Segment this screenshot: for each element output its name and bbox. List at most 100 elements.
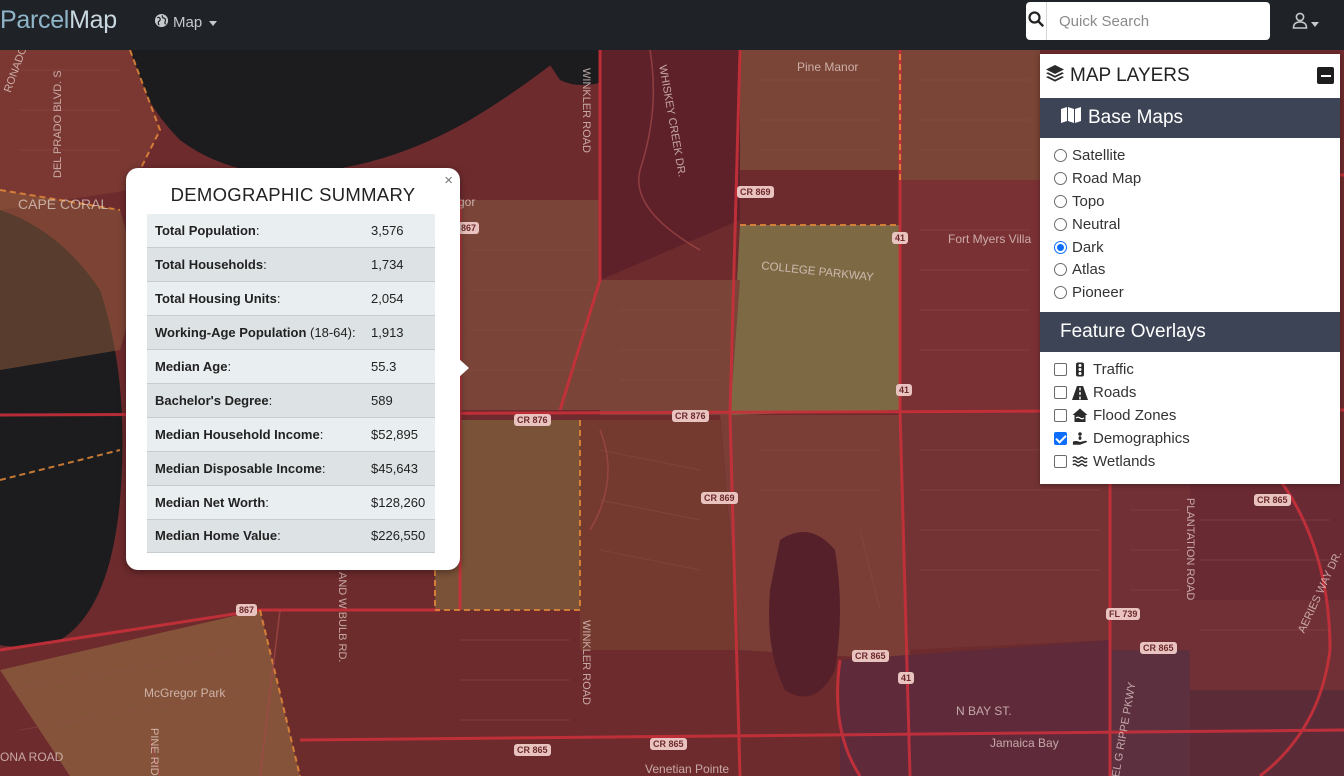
demographic-label-suffix: :	[265, 494, 269, 510]
map-label-plantation-road: PLANTATION ROAD	[1184, 498, 1196, 601]
route-shield: 41	[898, 672, 915, 684]
base-map-option-road-map[interactable]: Road Map	[1054, 167, 1340, 190]
collapse-panel-button[interactable]	[1317, 67, 1334, 84]
map-label-venetian-pointe: Venetian Pointe	[645, 762, 730, 776]
radio-button[interactable]	[1054, 217, 1067, 231]
demographic-label: Total Population:	[147, 214, 363, 249]
radio-button[interactable]	[1054, 286, 1067, 300]
demographic-label: Median Net Worth:	[147, 485, 363, 520]
demographic-label-suffix: :	[319, 426, 324, 442]
base-map-option-atlas[interactable]: Atlas	[1054, 258, 1340, 281]
radio-button[interactable]	[1054, 194, 1067, 208]
demographic-label: Working-Age Population (18-64):	[147, 315, 363, 351]
route-shield: 41	[896, 384, 913, 396]
people-hand-icon	[1072, 431, 1088, 446]
base-map-option-satellite[interactable]: Satellite	[1054, 144, 1340, 167]
map-label-jamaica-bay: Jamaica Bay	[990, 736, 1059, 750]
checkbox[interactable]	[1054, 363, 1067, 377]
checkbox[interactable]	[1054, 386, 1067, 400]
base-map-label: Neutral	[1072, 215, 1121, 233]
demographic-label-text: Total Housing Units	[155, 291, 277, 307]
radio-button[interactable]	[1054, 171, 1067, 185]
route-shield: CR 865	[1254, 494, 1291, 506]
demographic-value: 1,734	[363, 247, 435, 283]
map-layers-panel: MAP LAYERS Base Maps Satellite Road Map To…	[1040, 54, 1340, 484]
demographic-label: Median Disposable Income:	[147, 451, 363, 486]
checkbox[interactable]	[1054, 408, 1067, 422]
demographic-row: Total Population: 3,576	[147, 214, 435, 249]
demographic-table: Total Population: 3,576 Total Households: 1…	[147, 214, 435, 554]
demographic-row: Median Disposable Income: $45,643	[147, 451, 435, 486]
navbar: ParcelMap Map	[0, 0, 1344, 50]
feature-overlays-title: Feature Overlays	[1060, 321, 1206, 343]
demographic-value: $52,895	[363, 417, 435, 452]
demographic-row: Total Housing Units: 2,054	[147, 281, 435, 317]
demographic-label: Median Age:	[147, 349, 363, 384]
overlay-option-traffic[interactable]: Traffic	[1054, 358, 1340, 381]
layers-icon	[1045, 63, 1065, 89]
demographic-row: Bachelor's Degree: 589	[147, 383, 435, 418]
base-map-option-pioneer[interactable]: Pioneer	[1054, 281, 1340, 304]
demographic-value: $226,550	[363, 519, 435, 554]
overlay-option-demographics[interactable]: Demographics	[1054, 427, 1340, 450]
user-menu-dropdown[interactable]	[1292, 12, 1319, 34]
search-input[interactable]	[1047, 2, 1270, 40]
demographic-row: Working-Age Population (18-64): 1,913	[147, 315, 435, 351]
demographic-label-suffix: :	[321, 460, 326, 476]
demographic-label-suffix: :	[263, 257, 267, 273]
checkbox[interactable]	[1054, 454, 1067, 468]
demographic-row: Median Household Income: $52,895	[147, 417, 435, 452]
demographic-label-suffix: :	[276, 291, 281, 307]
base-map-options: Satellite Road Map Topo Neutral Dark Atlas Pio…	[1040, 138, 1340, 312]
demographic-value: 3,576	[363, 214, 435, 249]
demographic-value: 589	[363, 383, 435, 418]
user-icon	[1292, 12, 1308, 34]
map-label-gor: gor	[458, 195, 476, 209]
route-shield: CR 865	[650, 738, 687, 750]
map-label-winkler-top: WINKLER ROAD	[580, 68, 592, 153]
radio-button[interactable]	[1054, 148, 1067, 162]
base-map-label: Atlas	[1072, 261, 1106, 279]
checkbox[interactable]	[1054, 431, 1067, 445]
overlay-option-roads[interactable]: Roads	[1054, 381, 1340, 404]
demographic-row: Median Home Value: $226,550	[147, 519, 435, 554]
radio-button[interactable]	[1054, 240, 1067, 254]
map-label-fort-myers-villas: Fort Myers Villa	[948, 232, 1032, 246]
overlay-label: Demographics	[1093, 429, 1190, 447]
radio-button[interactable]	[1054, 263, 1067, 277]
brand-part2: Map	[69, 6, 117, 34]
minus-icon	[1320, 74, 1331, 77]
demographic-label-text: Median Disposable Income	[155, 460, 322, 476]
overlay-label: Roads	[1093, 384, 1137, 402]
base-map-option-neutral[interactable]: Neutral	[1054, 213, 1340, 236]
overlay-label: Wetlands	[1093, 452, 1156, 470]
overlay-option-wetlands[interactable]: Wetlands	[1054, 450, 1340, 473]
demographic-label-suffix: :	[255, 223, 260, 239]
base-map-option-dark[interactable]: Dark	[1054, 236, 1340, 259]
demographic-label: Total Households:	[147, 247, 363, 283]
search-button[interactable]	[1026, 2, 1047, 40]
route-shield: 41	[892, 232, 909, 244]
demographic-label-text: Median Net Worth	[155, 494, 266, 510]
overlay-option-flood-zones[interactable]: Flood Zones	[1054, 404, 1340, 427]
base-map-label: Road Map	[1072, 169, 1142, 187]
map-label-bulb-rd: AND W BULB RD.	[336, 572, 348, 663]
water-icon	[1072, 455, 1088, 468]
base-map-label: Satellite	[1072, 146, 1126, 164]
demographic-row: Total Households: 1,734	[147, 247, 435, 283]
demographic-label-suffix: (18-64):	[306, 325, 356, 341]
overlay-label: Flood Zones	[1093, 406, 1177, 424]
demographic-label-text: Median Household Income	[155, 426, 320, 442]
map-icon	[1060, 106, 1082, 130]
brand-part1: Parcel	[0, 6, 70, 34]
base-map-label: Pioneer	[1072, 284, 1124, 302]
base-map-option-topo[interactable]: Topo	[1054, 190, 1340, 213]
route-shield: CR 869	[701, 492, 738, 504]
map-label-n-bay-st: N BAY ST.	[956, 704, 1012, 718]
house-flood-icon	[1072, 408, 1088, 423]
brand-logo[interactable]: ParcelMap	[0, 6, 117, 35]
route-shield: FL 739	[1106, 608, 1141, 620]
demographic-value: 55.3	[363, 349, 435, 384]
feature-overlay-options: Traffic Roads Flood Zones Demographics Wetla…	[1040, 352, 1340, 480]
map-menu-dropdown[interactable]: Map	[154, 13, 218, 32]
